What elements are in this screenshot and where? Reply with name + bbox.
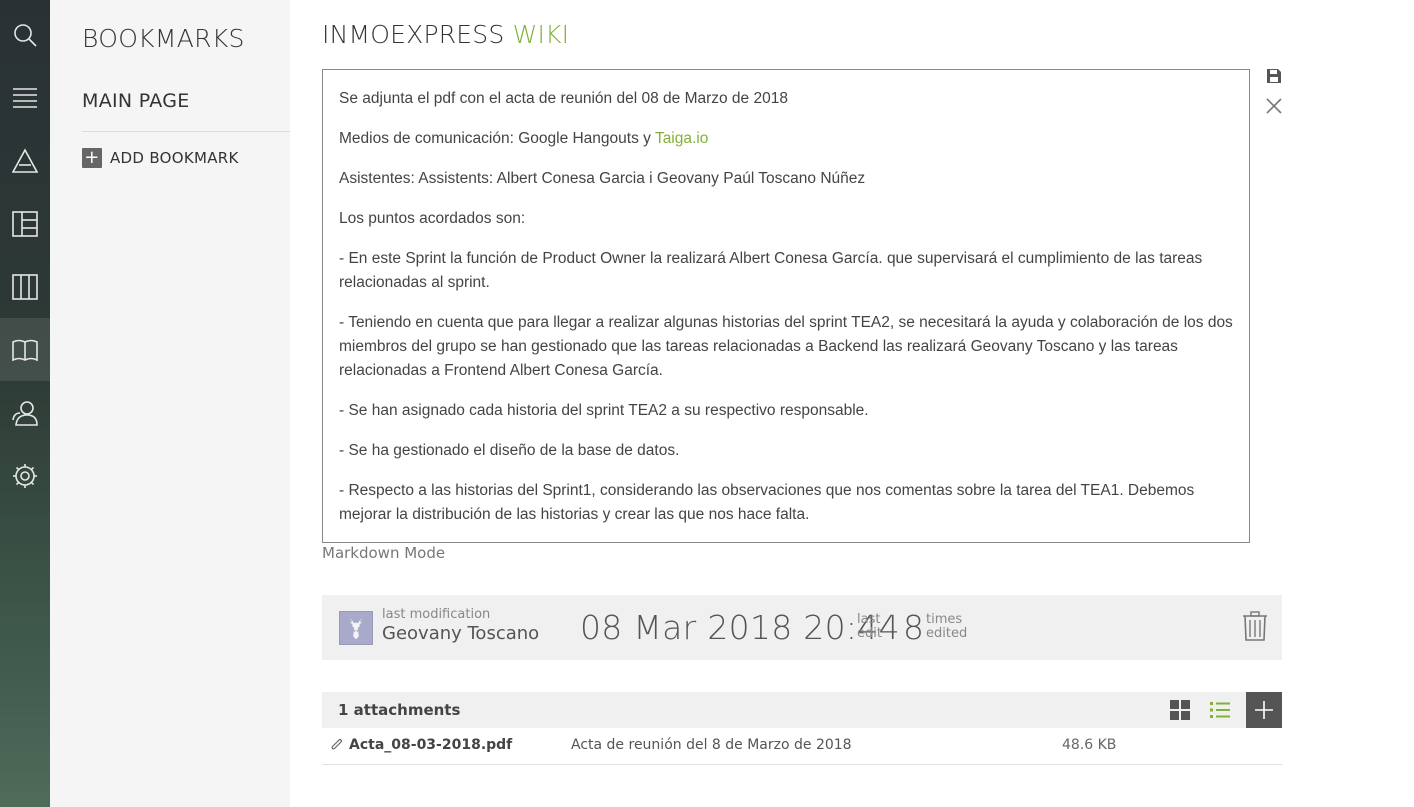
attachments-count: 1 attachments <box>338 701 461 719</box>
wiki-editor[interactable]: Se adjunta el pdf con el acta de reunión… <box>322 69 1250 543</box>
bookmarks-title: BOOKMARKS <box>82 24 245 53</box>
last-edit-label: last edit <box>857 612 882 641</box>
project-name: INMOEXPRESS <box>322 20 505 49</box>
attachments-header: 1 attachments <box>322 692 1282 728</box>
add-attachment-button[interactable] <box>1246 692 1282 728</box>
plus-icon <box>1255 701 1273 719</box>
times-edited-label: times edited <box>926 612 968 641</box>
last-modification-label: last modification <box>382 607 491 622</box>
save-icon[interactable] <box>1266 68 1282 84</box>
markdown-mode-link[interactable]: Markdown Mode <box>322 544 445 562</box>
add-bookmark-label: ADD BOOKMARK <box>110 149 239 167</box>
deer-avatar-icon <box>349 617 363 640</box>
editor-paragraph: - Se han asignado cada historia del spri… <box>339 402 869 419</box>
paperclip-icon <box>331 738 343 750</box>
taiga-link[interactable]: Taiga.io <box>655 130 708 147</box>
editor-paragraph: Se adjunta el pdf con el acta de reunión… <box>339 90 788 107</box>
grid-view-icon[interactable] <box>1168 698 1192 722</box>
menu-icon[interactable] <box>0 66 50 129</box>
edit-count: 8 <box>903 608 924 647</box>
attachment-description[interactable]: Acta de reunión del 8 de Marzo de 2018 <box>571 737 852 753</box>
main-nav <box>0 0 50 807</box>
modification-bar: last modification Geovany Toscano 08 Mar… <box>322 595 1282 660</box>
trash-icon[interactable] <box>1242 611 1268 641</box>
page-title: INMOEXPRESS WIKI <box>322 20 569 49</box>
editor-paragraph: Medios de comunicación: Google Hangouts … <box>339 130 709 147</box>
wiki-book-icon[interactable] <box>0 318 50 381</box>
settings-icon[interactable] <box>0 444 50 507</box>
main-page-link[interactable]: MAIN PAGE <box>82 90 190 112</box>
list-view-icon[interactable] <box>1208 698 1232 722</box>
columns-icon[interactable] <box>0 255 50 318</box>
editor-paragraph: - Respecto a las historias del Sprint1, … <box>339 482 1195 523</box>
add-bookmark-button[interactable]: + ADD BOOKMARK <box>82 148 239 168</box>
editor-paragraph: Los puntos acordados son: <box>339 210 526 227</box>
editor-paragraph: Asistentes: Assistents: Albert Conesa Ga… <box>339 170 866 187</box>
kanban-icon[interactable] <box>0 192 50 255</box>
timeline-icon[interactable] <box>0 129 50 192</box>
editor-paragraph: - Se ha gestionado el diseño de la base … <box>339 442 680 459</box>
close-icon[interactable] <box>1264 96 1284 116</box>
attachment-row: Acta_08-03-2018.pdf Acta de reunión del … <box>322 728 1282 765</box>
search-icon[interactable] <box>0 3 50 66</box>
modified-by-user: Geovany Toscano <box>382 623 540 644</box>
divider <box>82 131 290 132</box>
avatar <box>339 611 373 645</box>
editor-paragraph: - En este Sprint la función de Product O… <box>339 250 1203 291</box>
attachment-filename[interactable]: Acta_08-03-2018.pdf <box>349 737 512 753</box>
last-edit-date: 08 Mar 2018 20:44 <box>580 608 900 647</box>
attachment-size: 48.6 KB <box>1062 737 1117 753</box>
editor-paragraph: - Teniendo en cuenta que para llegar a r… <box>339 314 1233 379</box>
team-icon[interactable] <box>0 381 50 444</box>
wiki-label: WIKI <box>512 20 570 49</box>
plus-icon: + <box>82 148 102 168</box>
bookmarks-panel: BOOKMARKS MAIN PAGE + ADD BOOKMARK <box>50 0 290 807</box>
